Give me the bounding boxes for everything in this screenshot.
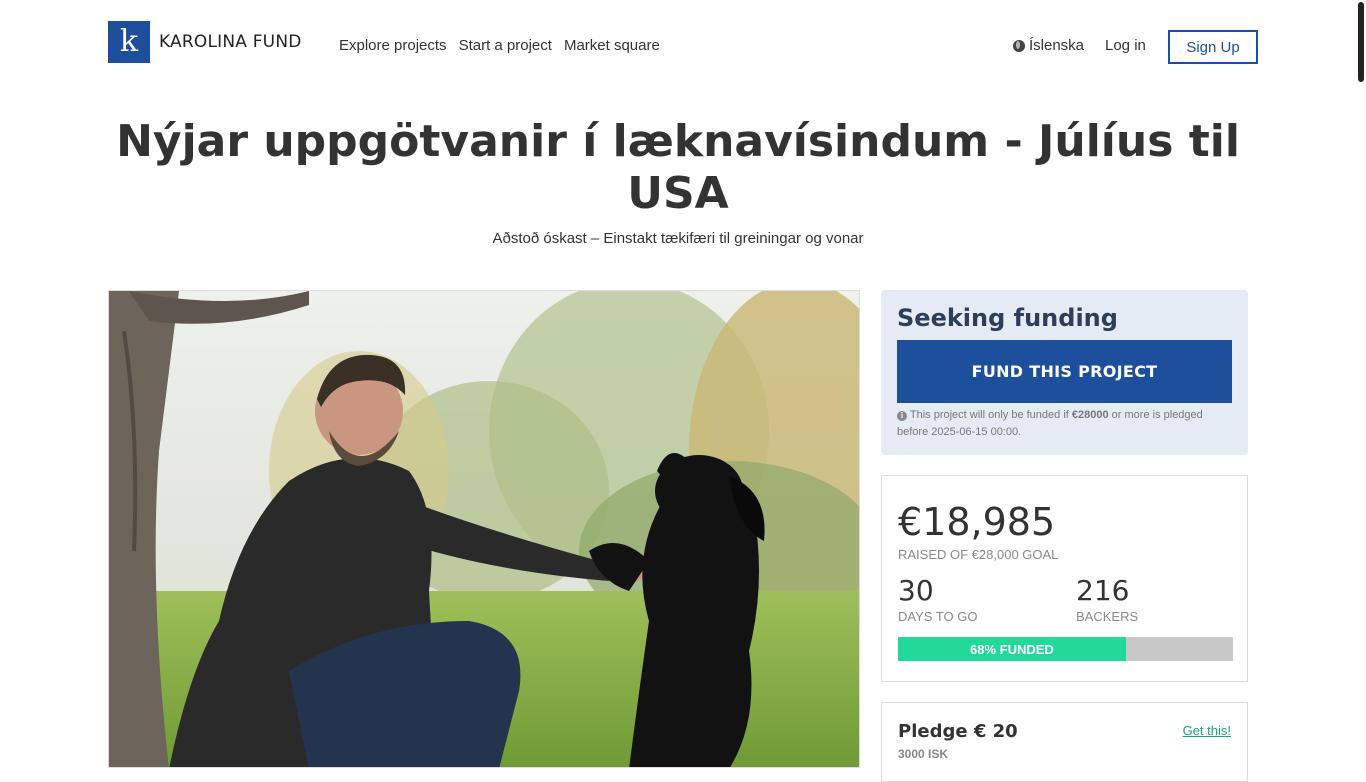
nav-market-square[interactable]: Market square: [564, 37, 660, 54]
page-scrollbar[interactable]: [1358, 2, 1364, 82]
funding-status-panel: Seeking funding FUND THIS PROJECT i This…: [881, 290, 1248, 455]
man-with-dog-photo: [109, 291, 859, 767]
amount-raised-label: RAISED OF €28,000 GOAL: [898, 547, 1059, 562]
logo-text: KAROLINA FUND: [159, 32, 302, 52]
backers-label: BACKERS: [1076, 609, 1139, 624]
nav-start-project[interactable]: Start a project: [459, 37, 552, 54]
logo-mark: k: [108, 21, 150, 63]
funding-note-prefix: This project will only be funded if: [909, 409, 1069, 421]
main-nav: Explore projects Start a project Market …: [339, 37, 660, 54]
days-to-go-label: DAYS TO GO: [898, 609, 978, 624]
funding-note-amount: €28000: [1071, 409, 1109, 421]
project-photo: [108, 290, 860, 768]
project-title: Nýjar uppgötvanir í læknavísindum - Júlí…: [116, 116, 1240, 219]
site-header: k KAROLINA FUND Explore projects Start a…: [0, 0, 1366, 90]
language-switcher[interactable]: Íslenska: [1013, 37, 1084, 54]
login-link[interactable]: Log in: [1105, 37, 1146, 54]
funding-status-heading: Seeking funding: [897, 304, 1118, 332]
info-icon: i: [897, 411, 907, 421]
language-label: Íslenska: [1029, 37, 1085, 54]
get-this-link[interactable]: Get this!: [1183, 723, 1231, 738]
funding-stats-box: €18,985 RAISED OF €28,000 GOAL 30 DAYS T…: [881, 475, 1248, 682]
karolina-fund-logo[interactable]: k KAROLINA FUND: [108, 21, 302, 63]
pledge-isk-amount: 3000 ISK: [898, 747, 949, 761]
signup-button[interactable]: Sign Up: [1168, 30, 1258, 64]
amount-raised: €18,985: [898, 500, 1056, 544]
funding-progress-fill: 68% FUNDED: [898, 637, 1126, 661]
backers-value: 216: [1076, 574, 1130, 607]
fund-project-button[interactable]: FUND THIS PROJECT: [897, 340, 1232, 403]
nav-explore-projects[interactable]: Explore projects: [339, 37, 447, 54]
pledge-title: Pledge € 20: [898, 721, 1018, 742]
pledge-reward-card: Pledge € 20 3000 ISK Get this!: [881, 702, 1248, 782]
funding-note: i This project will only be funded if €2…: [897, 407, 1232, 441]
project-subtitle: Aðstoð óskast – Einstakt tækifæri til gr…: [492, 230, 864, 247]
funding-progress-bar: 68% FUNDED: [898, 637, 1233, 661]
days-to-go-value: 30: [898, 574, 934, 607]
globe-icon: [1013, 39, 1025, 52]
